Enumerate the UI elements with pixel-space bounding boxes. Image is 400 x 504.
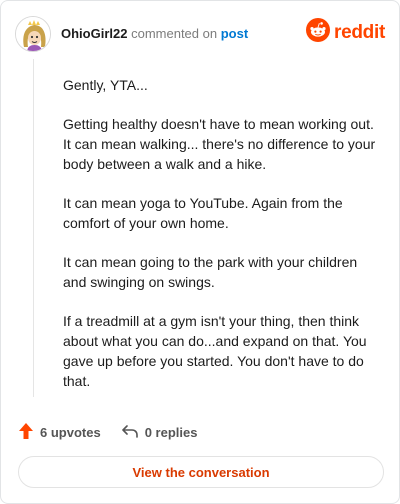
comment-header: OhioGirl22 commented on post reddit xyxy=(15,15,387,53)
reply-count: 0 replies xyxy=(144,424,198,440)
comment-meta: OhioGirl22 commented on post xyxy=(61,26,248,42)
reddit-wordmark: reddit xyxy=(334,21,385,43)
comment-paragraph: It can mean going to the park with your … xyxy=(63,254,358,290)
comment-paragraph: If a treadmill at a gym isn't your thing… xyxy=(63,313,367,389)
reply-button[interactable]: 0 replies xyxy=(121,423,198,442)
comment-paragraph: It can mean yoga to YouTube. Again from … xyxy=(63,195,343,231)
avatar[interactable] xyxy=(15,16,51,52)
upvote-button[interactable]: 6 upvotes xyxy=(18,422,101,443)
thread-line xyxy=(33,59,34,397)
comment-body: Gently, YTA... Getting healthy doesn't h… xyxy=(63,75,381,410)
upvote-arrow-icon xyxy=(18,422,40,443)
reddit-logo-icon xyxy=(306,18,331,47)
comment-card: OhioGirl22 commented on post reddit Gent… xyxy=(0,0,400,504)
view-conversation-button[interactable]: View the conversation xyxy=(18,456,384,488)
post-link[interactable]: post xyxy=(221,26,248,41)
username[interactable]: OhioGirl22 xyxy=(61,26,127,41)
comment-paragraph: Getting healthy doesn't have to mean wor… xyxy=(63,116,376,172)
comment-actions: 6 upvotes 0 replies xyxy=(18,421,197,443)
reply-icon xyxy=(121,423,145,442)
commented-on-text: commented on xyxy=(131,26,218,41)
reddit-logo[interactable]: reddit xyxy=(306,18,385,47)
comment-paragraph: Gently, YTA... xyxy=(63,77,148,93)
upvote-count: 6 upvotes xyxy=(40,424,101,440)
